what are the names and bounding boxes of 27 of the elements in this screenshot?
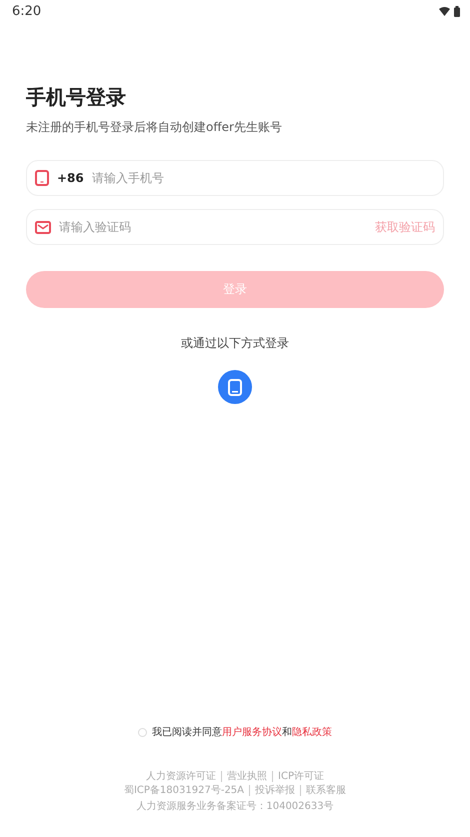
envelope-icon — [35, 220, 51, 234]
record-number: 人力资源服务业务备案证号：104002633号 — [136, 800, 334, 813]
code-input[interactable]: 请输入验证码 — [59, 220, 367, 234]
footer-link[interactable]: ICP许可证 — [272, 771, 329, 782]
footer-link[interactable]: 蜀ICP备18031927号-25A — [118, 785, 250, 796]
agree-checkbox[interactable] — [138, 728, 147, 736]
phone-icon — [228, 378, 242, 396]
phone-icon — [35, 170, 49, 186]
page-title: 手机号登录 — [26, 84, 127, 111]
code-field[interactable]: 请输入验证码 获取验证码 — [26, 209, 444, 245]
battery-icon — [454, 6, 460, 16]
footer-link[interactable]: 人力资源许可证 — [141, 771, 222, 782]
country-code[interactable]: +86 — [57, 171, 84, 185]
footer-link[interactable]: 营业执照 — [221, 771, 272, 782]
agreement-text: 我已阅读并同意用户服务协议和隐私政策 — [152, 726, 332, 739]
privacy-policy-link[interactable]: 隐私政策 — [292, 727, 332, 738]
footer-link[interactable]: 投诉举报 — [249, 785, 300, 796]
footer-link[interactable]: 联系客服 — [300, 785, 352, 796]
phone-input[interactable]: 请输入手机号 — [92, 171, 435, 185]
status-time: 6:20 — [12, 4, 42, 18]
alt-login-label: 或通过以下方式登录 — [180, 335, 290, 352]
get-code-link[interactable]: 获取验证码 — [375, 218, 435, 236]
service-agreement-link[interactable]: 用户服务协议 — [222, 727, 282, 738]
phone-field[interactable]: +86 请输入手机号 — [26, 160, 444, 196]
wifi-icon — [439, 6, 450, 16]
device-login-button[interactable] — [218, 370, 252, 404]
subtitle: 未注册的手机号登录后将自动创建offer先生账号 — [26, 119, 283, 136]
